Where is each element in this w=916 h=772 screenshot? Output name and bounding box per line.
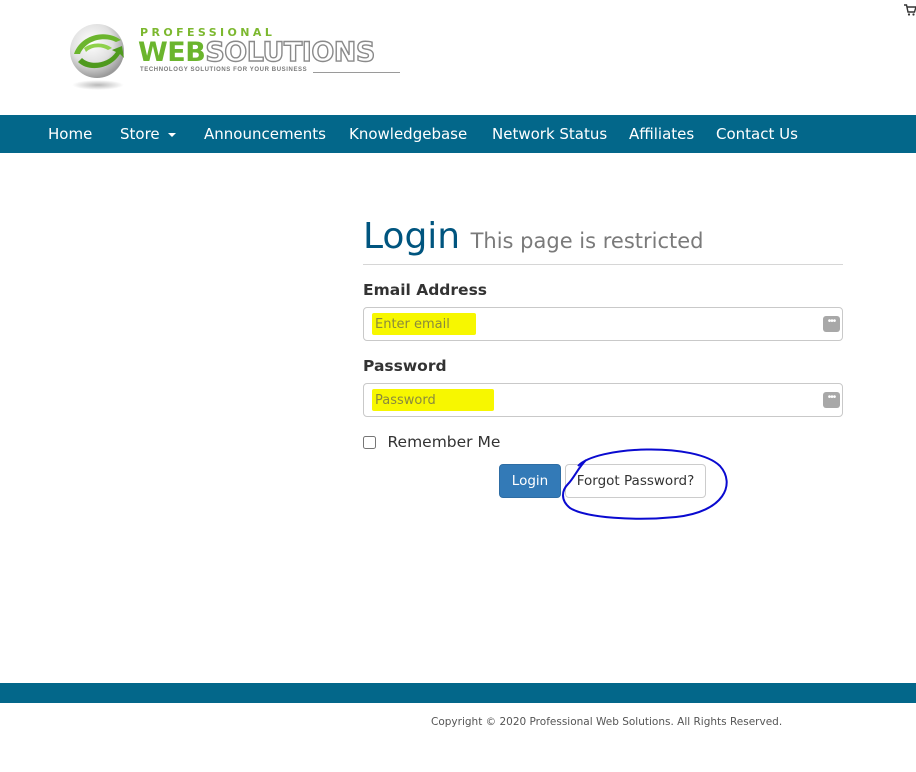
password-field-wrapper: ••• (363, 383, 843, 417)
site-logo[interactable]: PROFESSIONAL WEBSOLUTIONS TECHNOLOGY SOL… (48, 18, 408, 98)
email-field[interactable] (365, 309, 805, 339)
nav-contact-us[interactable]: Contact Us (716, 115, 798, 153)
globe-swirl-icon (70, 24, 124, 78)
nav-store-label: Store (120, 125, 160, 143)
forgot-password-button[interactable]: Forgot Password? (565, 464, 706, 498)
login-button[interactable]: Login (499, 464, 561, 498)
page-title: Login This page is restricted (363, 216, 704, 257)
footer-bar (0, 683, 916, 703)
logo-web-text: WEB (138, 37, 206, 68)
nav-announcements[interactable]: Announcements (204, 115, 326, 153)
logo-solutions-text: SOLUTIONS (205, 37, 376, 68)
logo-shadow (72, 80, 124, 90)
password-manager-icon[interactable]: ••• (823, 316, 840, 332)
copyright-text: Copyright © 2020 Professional Web Soluti… (431, 716, 783, 728)
logo-wordmark: WEBSOLUTIONS (138, 37, 376, 68)
login-title: Login (363, 216, 461, 257)
caret-down-icon (167, 132, 176, 137)
remember-me-label[interactable]: Remember Me (387, 433, 500, 451)
login-subtitle: This page is restricted (470, 229, 704, 253)
email-label: Email Address (363, 281, 488, 299)
nav-affiliates[interactable]: Affiliates (629, 115, 694, 153)
password-manager-icon[interactable]: ••• (823, 392, 840, 408)
password-field[interactable] (365, 385, 805, 415)
nav-knowledgebase[interactable]: Knowledgebase (349, 115, 467, 153)
logo-tagline: TECHNOLOGY SOLUTIONS FOR YOUR BUSINESS (140, 67, 314, 73)
password-label: Password (363, 357, 447, 375)
main-navbar: Home Store Announcements Knowledgebase N… (0, 115, 916, 153)
nav-home[interactable]: Home (48, 115, 92, 153)
shopping-cart-icon[interactable] (904, 4, 916, 16)
nav-network-status[interactable]: Network Status (492, 115, 607, 153)
remember-me: Remember Me (363, 433, 500, 453)
nav-store[interactable]: Store (120, 115, 176, 153)
remember-me-checkbox[interactable] (363, 435, 376, 449)
title-divider (363, 264, 843, 265)
email-field-wrapper: ••• (363, 307, 843, 341)
